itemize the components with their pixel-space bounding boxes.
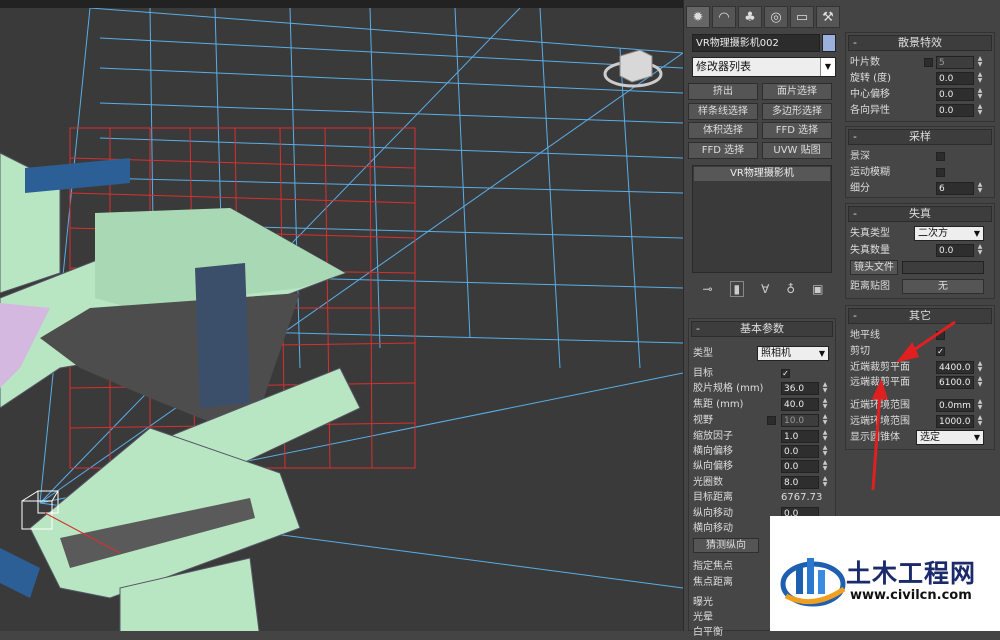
watermark-logo: 土木工程网 www.civilcn.com bbox=[770, 516, 1000, 631]
watermark-url: www.civilcn.com bbox=[850, 588, 972, 603]
civilcn-logo-icon bbox=[780, 558, 846, 607]
watermark-name: 土木工程网 bbox=[846, 559, 977, 588]
